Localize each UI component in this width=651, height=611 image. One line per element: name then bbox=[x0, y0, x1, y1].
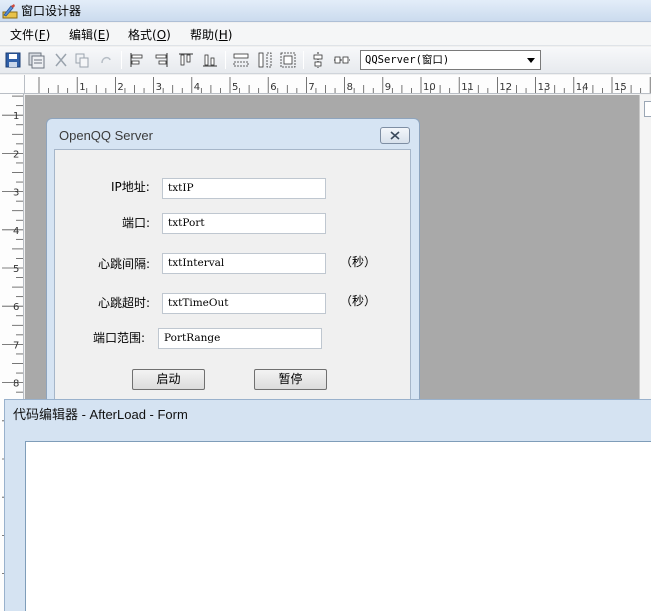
code-editor-title: 代码编辑器 - AfterLoad - Form bbox=[13, 407, 188, 422]
align-top-icon[interactable] bbox=[177, 51, 195, 69]
form-client-area: IP地址: txtIP 端口: txtPort 心跳间隔: txtInterva… bbox=[54, 149, 411, 409]
same-height-icon[interactable] bbox=[256, 51, 274, 69]
ruler-label: 6 bbox=[13, 302, 19, 313]
ruler-label: 12 bbox=[499, 82, 512, 93]
title-bar: 窗口设计器 bbox=[0, 0, 651, 22]
designed-form-window[interactable]: OpenQQ Server IP地址: txtIP 端口: txtPort 心跳… bbox=[46, 118, 420, 409]
menu-format[interactable]: 格式(O) bbox=[128, 27, 171, 43]
ruler-label: 8 bbox=[13, 379, 19, 390]
save-icon[interactable] bbox=[4, 51, 22, 69]
ruler-label: 1 bbox=[79, 82, 85, 93]
ruler-label: 4 bbox=[194, 82, 200, 93]
toolbar-separator bbox=[121, 51, 122, 69]
paste-icon[interactable] bbox=[97, 51, 115, 69]
align-right-icon[interactable] bbox=[152, 51, 170, 69]
ruler-label: 4 bbox=[13, 226, 19, 237]
pause-button[interactable]: 暂停 bbox=[254, 369, 327, 390]
designer-app-icon bbox=[2, 4, 18, 19]
ruler-label: 15 bbox=[614, 82, 627, 93]
form-close-button[interactable] bbox=[380, 127, 410, 144]
window-title: 窗口设计器 bbox=[21, 4, 82, 18]
align-bottom-icon[interactable] bbox=[201, 51, 219, 69]
port-range-label: 端口范围: bbox=[93, 331, 146, 345]
timeout-label: 心跳超时: bbox=[98, 296, 151, 310]
align-left-icon[interactable] bbox=[128, 51, 146, 69]
ruler-label: 7 bbox=[308, 82, 314, 93]
save-all-icon[interactable] bbox=[27, 51, 45, 69]
interval-unit: （秒） bbox=[340, 255, 377, 269]
menu-edit[interactable]: 编辑(E) bbox=[69, 27, 110, 43]
toolbar: QQServer(窗口) bbox=[0, 47, 651, 74]
ruler-label: 14 bbox=[576, 82, 589, 93]
ruler-label: 11 bbox=[461, 82, 474, 93]
ruler-label: 9 bbox=[385, 82, 391, 93]
code-editor-window[interactable]: 代码编辑器 - AfterLoad - Form bbox=[4, 399, 651, 611]
ruler-label: 2 bbox=[117, 82, 123, 93]
cut-icon[interactable] bbox=[52, 51, 70, 69]
toolbar-separator bbox=[225, 51, 226, 69]
ruler-label: 5 bbox=[13, 264, 19, 275]
code-editor-text-area[interactable] bbox=[25, 441, 651, 611]
form-title: OpenQQ Server bbox=[59, 128, 153, 143]
interval-label: 心跳间隔: bbox=[98, 257, 151, 271]
port-range-textbox[interactable]: PortRange bbox=[158, 328, 322, 349]
ruler-label: 5 bbox=[232, 82, 238, 93]
close-icon bbox=[390, 131, 400, 140]
ruler-label: 13 bbox=[538, 82, 551, 93]
ruler-label: 3 bbox=[13, 188, 19, 199]
ruler-label: 6 bbox=[270, 82, 276, 93]
ip-label: IP地址: bbox=[111, 180, 150, 194]
object-selector-value: QQServer(窗口) bbox=[365, 54, 450, 66]
toolbar-separator bbox=[303, 51, 304, 69]
ruler-corner bbox=[0, 75, 25, 94]
same-size-icon[interactable] bbox=[279, 51, 297, 69]
menu-help[interactable]: 帮助(H) bbox=[190, 27, 232, 43]
copy-icon[interactable] bbox=[73, 51, 91, 69]
same-width-icon[interactable] bbox=[232, 51, 250, 69]
menu-bar: 文件(F) 编辑(E) 格式(O) 帮助(H) bbox=[0, 23, 651, 46]
ruler-label: 10 bbox=[423, 82, 436, 93]
property-pane-tab[interactable] bbox=[644, 101, 651, 117]
center-vertical-icon[interactable] bbox=[309, 51, 327, 69]
timeout-unit: （秒） bbox=[340, 294, 377, 308]
property-pane-edge bbox=[639, 95, 651, 405]
port-label: 端口: bbox=[122, 216, 151, 230]
center-horizontal-icon[interactable] bbox=[333, 51, 351, 69]
interval-textbox[interactable]: txtInterval bbox=[162, 253, 326, 274]
ip-textbox[interactable]: txtIP bbox=[162, 178, 326, 199]
timeout-textbox[interactable]: txtTimeOut bbox=[162, 293, 326, 314]
ruler-label: 2 bbox=[13, 149, 19, 160]
dropdown-arrow-icon[interactable] bbox=[525, 54, 537, 66]
port-textbox[interactable]: txtPort bbox=[162, 213, 326, 234]
object-selector-dropdown[interactable]: QQServer(窗口) bbox=[360, 50, 541, 70]
start-button[interactable]: 启动 bbox=[132, 369, 205, 390]
horizontal-ruler-ticks: 1 2 3 4 5 6 7 8 9 10 11 12 13 14 15 bbox=[38, 77, 651, 93]
ruler-label: 3 bbox=[156, 82, 162, 93]
ruler-label: 7 bbox=[13, 340, 19, 351]
menu-file[interactable]: 文件(F) bbox=[10, 27, 50, 43]
horizontal-ruler: 1 2 3 4 5 6 7 8 9 10 11 12 13 14 15 bbox=[25, 75, 651, 94]
ruler-label: 1 bbox=[13, 111, 19, 122]
ruler-label: 8 bbox=[347, 82, 353, 93]
